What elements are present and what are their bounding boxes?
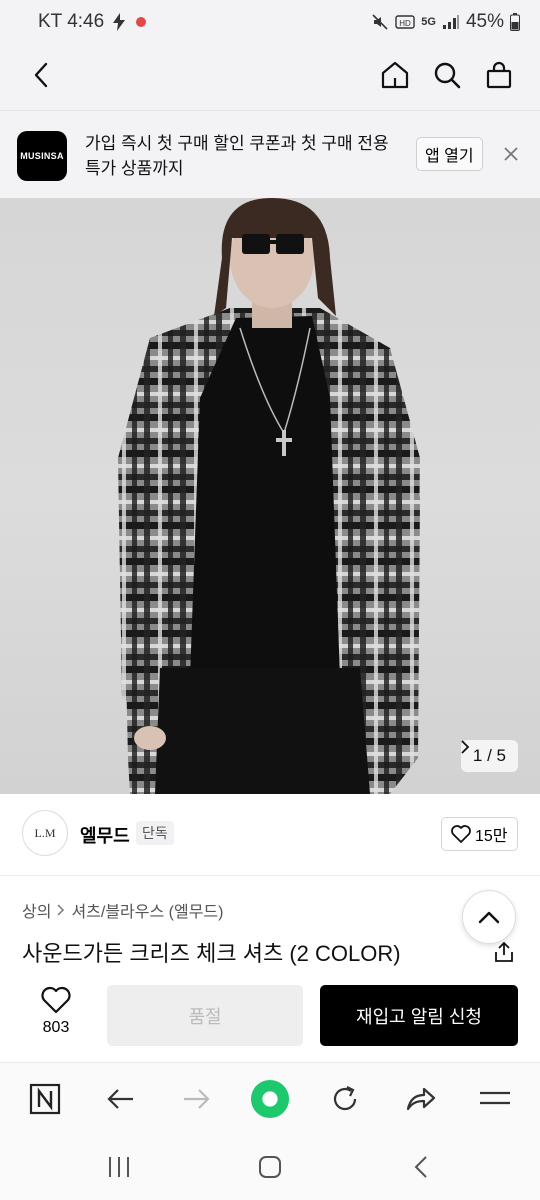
search-button[interactable] bbox=[430, 58, 464, 92]
svg-text:HD: HD bbox=[400, 19, 412, 28]
chevron-left-icon bbox=[34, 62, 48, 88]
promo-text: 가입 즉시 첫 구매 할인 쿠폰과 첫 구매 전용 특가 상품까지 bbox=[85, 134, 389, 178]
recent-apps-button[interactable] bbox=[104, 1152, 134, 1182]
mute-icon bbox=[372, 14, 388, 30]
battery-percent: 45% bbox=[465, 11, 504, 32]
green-dot-icon bbox=[250, 1079, 290, 1119]
top-navigation bbox=[0, 44, 540, 110]
recent-apps-icon bbox=[109, 1157, 129, 1177]
share-page-button[interactable] bbox=[400, 1079, 440, 1119]
scroll-to-top-button[interactable] bbox=[462, 890, 516, 944]
heart-icon bbox=[451, 825, 471, 843]
wishlist-count: 803 bbox=[42, 1019, 70, 1036]
restock-alert-button[interactable]: 재입고 알림 신청 bbox=[320, 985, 518, 1046]
browser-back-button[interactable] bbox=[101, 1079, 141, 1119]
status-bar: KT 4:46 HD 5G 45% bbox=[0, 0, 540, 44]
exclusive-badge: 단독 bbox=[136, 821, 174, 845]
close-icon bbox=[504, 147, 518, 161]
home-icon bbox=[381, 61, 409, 89]
chevron-right-icon bbox=[461, 740, 469, 754]
heart-icon bbox=[41, 986, 71, 1014]
breadcrumb-item-subcategory[interactable]: 셔츠/블라우스 (엘무드) bbox=[71, 898, 223, 922]
system-navigation-bar bbox=[0, 1134, 540, 1200]
wishlist-button[interactable]: 803 bbox=[30, 986, 82, 1037]
naver-home-button[interactable] bbox=[25, 1079, 65, 1119]
charging-icon bbox=[113, 13, 126, 31]
status-carrier-time: KT 4:46 bbox=[38, 11, 105, 32]
product-photo bbox=[118, 198, 420, 794]
menu-icon bbox=[480, 1091, 510, 1105]
open-app-button[interactable]: 앱 열기 bbox=[416, 137, 483, 171]
home-system-button[interactable] bbox=[255, 1152, 285, 1182]
share-icon bbox=[495, 941, 513, 962]
brand-row: L.M 엘무드 단독 15만 bbox=[0, 794, 540, 876]
shopping-bag-icon bbox=[486, 61, 512, 89]
musinsa-logo: MUSINSA bbox=[17, 131, 67, 181]
chevron-left-icon bbox=[414, 1156, 427, 1178]
image-counter[interactable]: 1 / 5 bbox=[460, 740, 518, 772]
forward-share-icon bbox=[406, 1087, 436, 1111]
browser-forward-button[interactable] bbox=[176, 1079, 216, 1119]
browser-toolbar bbox=[0, 1062, 540, 1134]
refresh-icon bbox=[333, 1086, 357, 1111]
chevron-right-icon bbox=[57, 904, 65, 916]
home-button[interactable] bbox=[378, 58, 412, 92]
breadcrumb-item-category[interactable]: 상의 bbox=[22, 898, 51, 922]
battery-icon bbox=[510, 13, 520, 31]
system-back-button[interactable] bbox=[406, 1152, 436, 1182]
cart-button[interactable] bbox=[482, 58, 516, 92]
signal-icon bbox=[442, 15, 459, 29]
purchase-action-bar: 803 품절 재입고 알림 신청 bbox=[0, 976, 540, 1062]
product-image-carousel[interactable]: 1 / 5 bbox=[0, 198, 540, 794]
brand-name[interactable]: 엘무드 bbox=[80, 822, 130, 848]
network-type: 5G bbox=[421, 16, 436, 28]
product-title: 사운드가든 크리즈 체크 셔츠 (2 COLOR) bbox=[22, 941, 401, 966]
refresh-button[interactable] bbox=[325, 1079, 365, 1119]
close-banner-button[interactable] bbox=[500, 143, 522, 165]
search-icon bbox=[434, 62, 461, 89]
menu-button[interactable] bbox=[475, 1079, 515, 1119]
breadcrumb: 상의 셔츠/블라우스 (엘무드) bbox=[22, 898, 223, 922]
image-counter-text: 1 / 5 bbox=[472, 746, 506, 765]
green-dot-button[interactable] bbox=[250, 1079, 290, 1119]
brand-like-button[interactable]: 15만 bbox=[441, 817, 518, 851]
hd-icon: HD bbox=[395, 15, 415, 29]
back-button[interactable] bbox=[24, 58, 58, 92]
arrow-right-icon bbox=[184, 1089, 210, 1109]
app-promo-banner: MUSINSA 가입 즉시 첫 구매 할인 쿠폰과 첫 구매 전용 특가 상품까… bbox=[0, 110, 540, 198]
home-square-icon bbox=[259, 1156, 281, 1178]
naver-icon bbox=[29, 1083, 61, 1115]
chevron-up-icon bbox=[478, 911, 500, 924]
notification-icon bbox=[136, 17, 147, 27]
arrow-left-icon bbox=[107, 1089, 133, 1109]
brand-like-count: 15만 bbox=[475, 828, 508, 845]
brand-logo[interactable]: L.M bbox=[22, 810, 68, 856]
soldout-button: 품절 bbox=[107, 985, 303, 1046]
